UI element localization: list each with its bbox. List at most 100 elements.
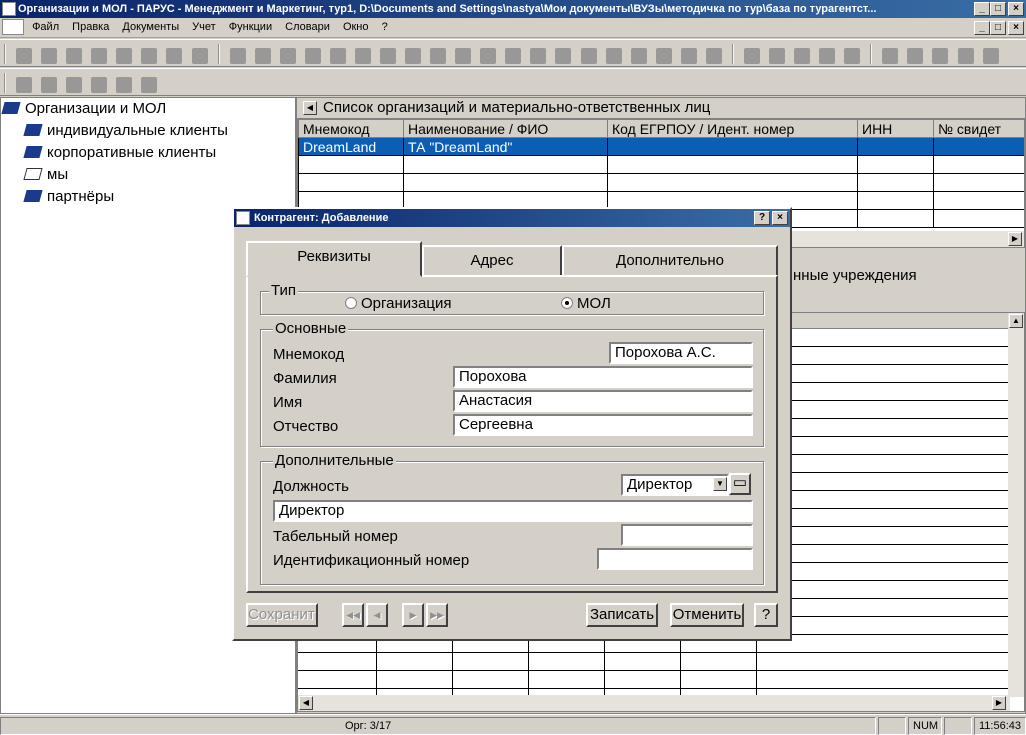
calculator-icon[interactable] bbox=[882, 48, 899, 64]
nav-icon-1[interactable] bbox=[16, 77, 33, 93]
position-picker-button[interactable]: ▭ bbox=[729, 473, 751, 495]
tab-requisites[interactable]: Реквизиты bbox=[246, 241, 422, 277]
surname-field[interactable]: Порохова bbox=[453, 366, 753, 388]
menu-file[interactable]: Файл bbox=[27, 18, 64, 36]
delete-icon[interactable] bbox=[91, 48, 108, 64]
prev-record-icon[interactable]: ◀ bbox=[366, 603, 388, 627]
doc-restore-button[interactable]: □ bbox=[990, 21, 1006, 35]
tool-icon-17[interactable] bbox=[630, 48, 647, 64]
table-row[interactable] bbox=[298, 155, 1024, 174]
menu-help[interactable]: ? bbox=[377, 18, 393, 36]
scroll-up-icon[interactable]: ▲ bbox=[1009, 314, 1023, 328]
menu-functions[interactable]: Функции bbox=[224, 18, 277, 36]
name-field[interactable]: Анастасия bbox=[453, 390, 753, 412]
tool-icon-6[interactable] bbox=[354, 48, 371, 64]
radio-mol[interactable]: МОЛ bbox=[561, 295, 611, 312]
nav-icon-4[interactable] bbox=[91, 77, 108, 93]
next-record-icon[interactable]: ▶ bbox=[402, 603, 424, 627]
tab-address[interactable]: Адрес bbox=[422, 245, 562, 277]
tool-icon-25[interactable] bbox=[844, 48, 861, 64]
doc-minimize-button[interactable]: _ bbox=[974, 21, 990, 35]
menu-window[interactable]: Окно bbox=[338, 18, 374, 36]
edit-icon[interactable] bbox=[66, 48, 83, 64]
exit-icon[interactable] bbox=[982, 48, 999, 64]
tool-icon-13[interactable] bbox=[530, 48, 547, 64]
position-text-field[interactable]: Директор bbox=[273, 500, 753, 522]
folder-icon[interactable] bbox=[932, 48, 949, 64]
copy-icon[interactable] bbox=[41, 48, 58, 64]
tool-icon-23[interactable] bbox=[794, 48, 811, 64]
nav-icon-3[interactable] bbox=[66, 77, 83, 93]
tool-icon-14[interactable] bbox=[555, 48, 572, 64]
tool-icon-7[interactable] bbox=[380, 48, 396, 64]
currency-icon[interactable] bbox=[743, 48, 760, 64]
tab-additional[interactable]: Дополнительно bbox=[562, 245, 778, 277]
scroll-left-icon[interactable]: ◀ bbox=[299, 696, 313, 710]
close-button[interactable]: × bbox=[1008, 2, 1024, 16]
scroll-right-icon[interactable]: ▶ bbox=[992, 696, 1006, 710]
collapse-left-icon[interactable]: ◀ bbox=[303, 101, 317, 115]
tool-icon-8[interactable] bbox=[405, 48, 422, 64]
last-record-icon[interactable]: ▶▶ bbox=[426, 603, 448, 627]
package-icon[interactable] bbox=[191, 48, 208, 64]
bottom-v-scrollbar[interactable] bbox=[1008, 313, 1024, 697]
tools-icon[interactable] bbox=[907, 48, 924, 64]
chevron-down-icon[interactable]: ▼ bbox=[713, 477, 727, 491]
user-icon[interactable] bbox=[957, 48, 974, 64]
tool-icon-22[interactable] bbox=[769, 48, 785, 64]
col-inn[interactable]: ИНН bbox=[857, 119, 934, 138]
tree-root[interactable]: Организации и МОЛ bbox=[1, 98, 295, 120]
tool-icon-1[interactable] bbox=[229, 48, 246, 64]
tool-icon-2[interactable] bbox=[254, 48, 271, 64]
minimize-button[interactable]: _ bbox=[974, 2, 990, 16]
nav-icon-6[interactable] bbox=[141, 77, 158, 93]
col-mnemocode[interactable]: Мнемокод bbox=[298, 119, 404, 138]
tool-icon-16[interactable] bbox=[605, 48, 622, 64]
dialog-help-icon[interactable]: ? bbox=[754, 211, 770, 225]
tree-item-partners[interactable]: партнёры bbox=[1, 186, 295, 208]
tool-icon-18[interactable] bbox=[655, 48, 672, 64]
col-certificate[interactable]: № свидет bbox=[933, 119, 1024, 138]
clock-icon[interactable] bbox=[580, 48, 597, 64]
tool-icon-4[interactable] bbox=[304, 48, 321, 64]
id-number-field[interactable] bbox=[597, 548, 753, 570]
record-button[interactable]: Записать bbox=[586, 603, 658, 627]
col-code[interactable]: Код ЕГРПОУ / Идент. номер bbox=[607, 119, 858, 138]
table-row[interactable]: DreamLand ТА "DreamLand" bbox=[298, 137, 1024, 156]
find-icon[interactable] bbox=[141, 48, 158, 64]
tool-icon-24[interactable] bbox=[819, 48, 836, 64]
tool-icon-10[interactable] bbox=[455, 48, 472, 64]
menu-documents[interactable]: Документы bbox=[117, 18, 184, 36]
filter-icon[interactable] bbox=[116, 48, 133, 64]
first-record-icon[interactable]: ◀◀ bbox=[342, 603, 364, 627]
table-row[interactable] bbox=[298, 173, 1024, 192]
menu-edit[interactable]: Правка bbox=[67, 18, 114, 36]
add-icon[interactable] bbox=[16, 48, 33, 64]
col-name[interactable]: Наименование / ФИО bbox=[403, 119, 608, 138]
menu-dictionaries[interactable]: Словари bbox=[280, 18, 335, 36]
menu-accounting[interactable]: Учет bbox=[187, 18, 221, 36]
tool-icon-9[interactable] bbox=[430, 48, 447, 64]
tree-item-corporate[interactable]: корпоративные клиенты bbox=[1, 142, 295, 164]
tool-icon-11[interactable] bbox=[480, 48, 497, 64]
tool-icon-20[interactable] bbox=[705, 48, 722, 64]
tab-number-field[interactable] bbox=[621, 524, 753, 546]
cancel-button[interactable]: Отменить bbox=[670, 603, 744, 627]
patronymic-field[interactable]: Сергеевна bbox=[453, 414, 753, 436]
tool-icon-5[interactable] bbox=[329, 48, 346, 64]
nav-icon-5[interactable] bbox=[116, 77, 133, 93]
maximize-button[interactable]: □ bbox=[990, 2, 1006, 16]
bottom-h-scrollbar[interactable] bbox=[298, 695, 1010, 711]
scroll-right-icon[interactable]: ▶ bbox=[1008, 232, 1022, 246]
tool-icon-12[interactable] bbox=[505, 48, 522, 64]
tool-icon-3[interactable] bbox=[279, 48, 296, 64]
position-select[interactable]: Директор ▼ bbox=[621, 474, 729, 496]
radio-organization[interactable]: Организация bbox=[345, 295, 451, 312]
tree-item-we[interactable]: мы bbox=[1, 164, 295, 186]
save-button[interactable]: Сохранить bbox=[246, 603, 318, 627]
print-icon[interactable] bbox=[166, 48, 183, 64]
nav-icon-2[interactable] bbox=[41, 77, 58, 93]
doc-close-button[interactable]: × bbox=[1008, 21, 1024, 35]
help-button[interactable]: ? bbox=[754, 603, 778, 627]
tool-icon-19[interactable] bbox=[680, 48, 697, 64]
